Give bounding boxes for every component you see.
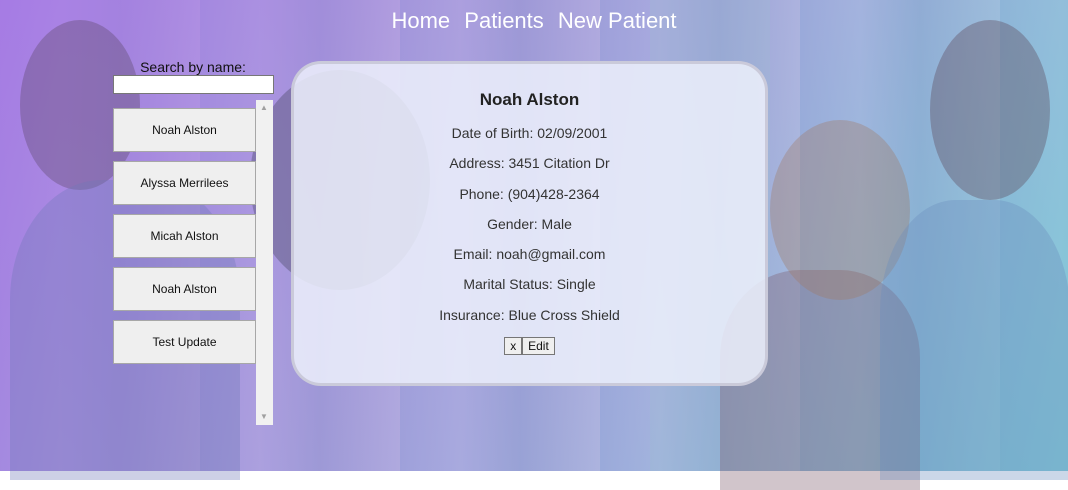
patient-address: Address: 3451 Citation Dr xyxy=(449,155,610,172)
patient-list-item[interactable]: Test Update xyxy=(113,320,256,364)
edit-button[interactable]: Edit xyxy=(522,337,555,356)
top-nav: Home Patients New Patient xyxy=(0,8,1068,34)
patient-name: Noah Alston xyxy=(479,90,580,109)
patient-gender: Gender: Male xyxy=(487,215,572,232)
detail-actions: x Edit xyxy=(294,337,765,356)
patient-insurance: Insurance: Blue Cross Shield xyxy=(439,306,620,323)
patient-list-item[interactable]: Noah Alston xyxy=(113,108,256,152)
patient-dob: Date of Birth: 02/09/2001 xyxy=(451,125,608,141)
patient-list-scrollbar[interactable]: ▲ ▼ xyxy=(256,100,273,425)
nav-new-patient-link[interactable]: New Patient xyxy=(558,8,677,33)
nav-home-link[interactable]: Home xyxy=(391,8,450,33)
search-label: Search by name: xyxy=(140,59,246,75)
patient-list-item[interactable]: Noah Alston xyxy=(113,267,256,311)
patient-detail-card: Noah Alston Date of Birth: 02/09/2001 Ad… xyxy=(291,61,768,386)
patient-list-item[interactable]: Alyssa Merrilees xyxy=(113,161,256,205)
search-input[interactable] xyxy=(113,75,274,94)
nav-patients-link[interactable]: Patients xyxy=(464,8,544,33)
scroll-down-icon[interactable]: ▼ xyxy=(260,412,268,421)
close-button[interactable]: x xyxy=(504,337,523,356)
patient-email: Email: noah@gmail.com xyxy=(453,246,606,263)
scroll-up-icon[interactable]: ▲ xyxy=(260,103,268,112)
patient-phone: Phone: (904)428-2364 xyxy=(459,185,600,202)
patient-marital-status: Marital Status: Single xyxy=(463,276,596,293)
patient-list[interactable]: Noah Alston Alyssa Merrilees Micah Alsto… xyxy=(113,100,273,424)
patient-list-item[interactable]: Micah Alston xyxy=(113,214,256,258)
